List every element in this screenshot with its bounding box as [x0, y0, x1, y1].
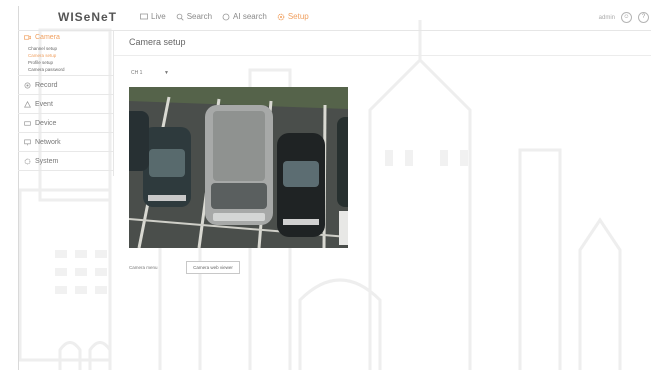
channel-select-value: CH 1 [131, 69, 143, 76]
nav-search-label: Search [186, 12, 213, 21]
top-nav: Live Search AI search Setup [140, 12, 309, 21]
sidebar-section-camera[interactable]: Camera [18, 32, 113, 43]
sidebar-device-label: Device [35, 119, 57, 127]
sidebar-section-event[interactable]: Event [18, 95, 113, 114]
title-divider [114, 55, 651, 56]
nav-live[interactable]: Live [140, 12, 166, 21]
sidebar-network-label: Network [35, 138, 61, 146]
sidebar-section-network[interactable]: Network [18, 133, 113, 152]
camera-menu-label: Camera menu [129, 265, 158, 270]
parking-lot-image [129, 87, 348, 248]
sidebar-section-system[interactable]: System [18, 152, 113, 171]
camera-icon [24, 35, 31, 40]
system-icon [24, 158, 31, 164]
nav-search[interactable]: Search [176, 12, 212, 21]
sidebar-item-channel-setup[interactable]: Channel setup [28, 45, 113, 52]
channel-select[interactable]: CH 1 ▼ [131, 68, 169, 77]
chevron-down-icon: ▼ [164, 69, 169, 76]
sidebar-section-device[interactable]: Device [18, 114, 113, 133]
camera-preview [129, 87, 348, 248]
nav-live-label: Live [151, 12, 166, 21]
network-icon [24, 139, 31, 145]
sidebar-item-camera-setup[interactable]: Camera setup [28, 52, 113, 59]
sidebar-camera-label: Camera [35, 34, 60, 41]
page-title: Camera setup [129, 37, 186, 47]
nav-setup[interactable]: Setup [277, 12, 309, 21]
sidebar: Camera Channel setup Camera setup Profil… [18, 30, 114, 176]
sidebar-record-label: Record [35, 81, 58, 89]
ai-search-icon [222, 13, 230, 20]
record-icon [24, 82, 31, 88]
top-bar: WISeNeT Live Search AI search Setup admi… [18, 6, 651, 31]
top-right-tools: admin ☺ ? [599, 12, 649, 23]
nav-ai-search[interactable]: AI search [222, 12, 267, 21]
camera-submenu: Channel setup Camera setup Profile setup… [18, 43, 113, 75]
brand-logo: WISeNeT [58, 10, 118, 24]
search-icon [176, 13, 184, 21]
nav-setup-label: Setup [287, 12, 309, 21]
camera-web-viewer-button[interactable]: Camera web viewer [186, 261, 240, 274]
user-icon[interactable]: ☺ [621, 12, 632, 23]
sidebar-item-profile-setup[interactable]: Profile setup [28, 59, 113, 66]
user-name: admin [598, 14, 615, 21]
event-icon [24, 100, 31, 107]
monitor-icon [140, 13, 148, 19]
gear-icon [277, 13, 285, 20]
sidebar-section-record[interactable]: Record [18, 76, 113, 95]
nav-ai-search-label: AI search [233, 12, 267, 21]
sidebar-item-camera-password[interactable]: Camera password [28, 66, 113, 73]
device-icon [24, 120, 31, 126]
help-icon[interactable]: ? [638, 12, 649, 23]
sidebar-event-label: Event [35, 100, 53, 108]
sidebar-system-label: System [35, 157, 59, 165]
